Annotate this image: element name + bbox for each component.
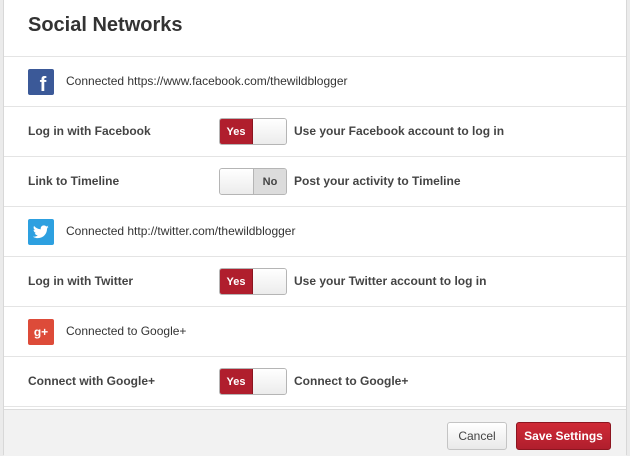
toggle-state-label: Yes [220, 269, 253, 294]
setting-label: Connect with Google+ [28, 374, 156, 388]
settings-panel: Social Networks f Connected https://www.… [3, 0, 627, 456]
setting-row-google-connect: Connect with Google+ Yes Connect to Goog… [4, 357, 626, 407]
setting-label: Log in with Twitter [28, 274, 134, 288]
facebook-icon: f [28, 69, 54, 96]
dialog-footer: Cancel Save Settings [4, 409, 626, 456]
twitter-icon [28, 219, 54, 245]
toggle-knob [253, 369, 286, 394]
setting-label: Log in with Facebook [28, 124, 151, 138]
link-timeline-toggle[interactable]: No [219, 168, 287, 195]
twitter-login-toggle[interactable]: Yes [219, 268, 287, 295]
twitter-connected-text: Connected http://twitter.com/thewildblog… [66, 224, 296, 238]
cancel-button[interactable]: Cancel [447, 422, 507, 450]
setting-row-link-timeline: Link to Timeline No Post your activity t… [4, 157, 626, 207]
google-connected-text: Connected to Google+ [66, 324, 187, 338]
save-settings-button[interactable]: Save Settings [516, 422, 611, 450]
google-connection-row: g+ Connected to Google+ [4, 307, 626, 357]
toggle-state-label: No [254, 169, 286, 194]
google-connect-toggle[interactable]: Yes [219, 368, 287, 395]
panel-header: Social Networks [4, 0, 626, 57]
setting-row-twitter-login: Log in with Twitter Yes Use your Twitter… [4, 257, 626, 307]
page-title: Social Networks [28, 14, 183, 36]
setting-description: Post your activity to Timeline [294, 174, 461, 188]
facebook-login-toggle[interactable]: Yes [219, 118, 287, 145]
setting-description: Use your Twitter account to log in [294, 274, 487, 288]
setting-label: Link to Timeline [28, 174, 120, 188]
google-plus-icon: g+ [28, 319, 54, 345]
setting-row-facebook-login: Log in with Facebook Yes Use your Facebo… [4, 107, 626, 157]
setting-description: Connect to Google+ [294, 374, 409, 388]
toggle-knob [253, 269, 286, 294]
toggle-state-label: Yes [220, 369, 253, 394]
facebook-connection-row: f Connected https://www.facebook.com/the… [4, 57, 626, 107]
toggle-state-label: Yes [220, 119, 253, 144]
twitter-connection-row: Connected http://twitter.com/thewildblog… [4, 207, 626, 257]
setting-description: Use your Facebook account to log in [294, 124, 505, 138]
toggle-knob [220, 169, 254, 194]
facebook-connected-text: Connected https://www.facebook.com/thewi… [66, 74, 348, 88]
toggle-knob [253, 119, 286, 144]
